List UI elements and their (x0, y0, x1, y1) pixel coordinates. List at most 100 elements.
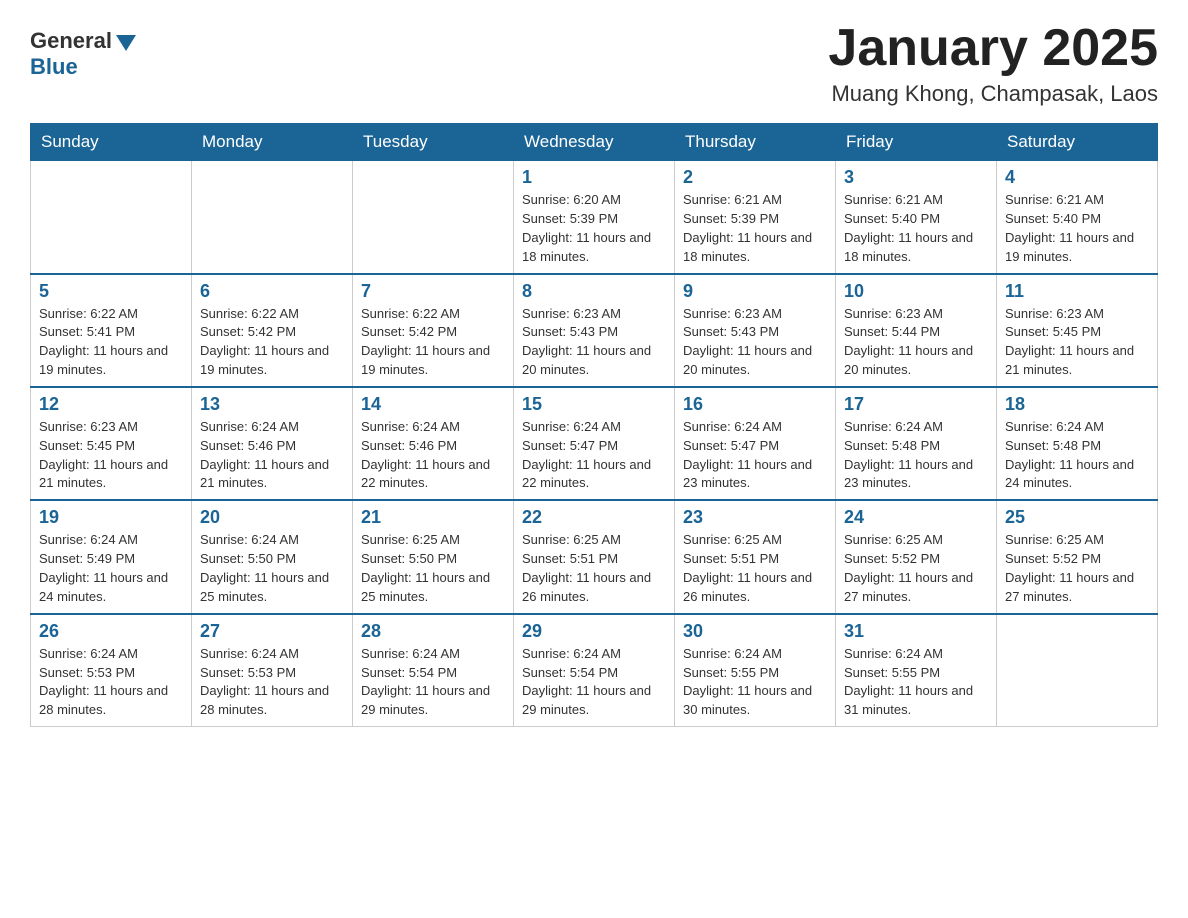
day-info: Sunrise: 6:22 AM Sunset: 5:42 PM Dayligh… (200, 305, 344, 380)
day-info: Sunrise: 6:24 AM Sunset: 5:53 PM Dayligh… (200, 645, 344, 720)
calendar: SundayMondayTuesdayWednesdayThursdayFrid… (30, 123, 1158, 727)
calendar-cell: 25Sunrise: 6:25 AM Sunset: 5:52 PM Dayli… (997, 500, 1158, 613)
calendar-cell (997, 614, 1158, 727)
logo-blue-text: Blue (30, 54, 78, 80)
day-number: 13 (200, 394, 344, 415)
day-info: Sunrise: 6:22 AM Sunset: 5:41 PM Dayligh… (39, 305, 183, 380)
calendar-cell: 3 Sunrise: 6:21 AM Sunset: 5:40 PM Daylig… (836, 161, 997, 274)
header: General Blue January 2025 Muang Khong, C… (30, 20, 1158, 107)
day-number: 3 (844, 167, 988, 188)
logo: General Blue (30, 28, 136, 80)
day-info: Sunrise: 6:24 AM Sunset: 5:49 PM Dayligh… (39, 531, 183, 606)
calendar-cell: 11 Sunrise: 6:23 AM Sunset: 5:45 PM Dayli… (997, 274, 1158, 387)
calendar-header-wednesday: Wednesday (514, 124, 675, 161)
calendar-cell: 13 Sunrise: 6:24 AM Sunset: 5:46 PM Dayli… (192, 387, 353, 500)
calendar-header-tuesday: Tuesday (353, 124, 514, 161)
title-area: January 2025 Muang Khong, Champasak, Lao… (828, 20, 1158, 107)
day-number: 23 (683, 507, 827, 528)
day-info: Sunrise: 6:24 AM Sunset: 5:46 PM Dayligh… (361, 418, 505, 493)
day-info: Sunrise: 6:24 AM Sunset: 5:55 PM Dayligh… (844, 645, 988, 720)
calendar-header-row: SundayMondayTuesdayWednesdayThursdayFrid… (31, 124, 1158, 161)
calendar-cell: 20Sunrise: 6:24 AM Sunset: 5:50 PM Dayli… (192, 500, 353, 613)
day-info: Sunrise: 6:25 AM Sunset: 5:51 PM Dayligh… (683, 531, 827, 606)
day-number: 14 (361, 394, 505, 415)
calendar-cell: 1 Sunrise: 6:20 AM Sunset: 5:39 PM Daylig… (514, 161, 675, 274)
logo-arrow-icon (116, 35, 136, 51)
calendar-cell: 9 Sunrise: 6:23 AM Sunset: 5:43 PM Daylig… (675, 274, 836, 387)
calendar-cell (192, 161, 353, 274)
calendar-cell: 12 Sunrise: 6:23 AM Sunset: 5:45 PM Dayli… (31, 387, 192, 500)
calendar-cell: 4Sunrise: 6:21 AM Sunset: 5:40 PM Daylig… (997, 161, 1158, 274)
calendar-cell: 28 Sunrise: 6:24 AM Sunset: 5:54 PM Dayli… (353, 614, 514, 727)
calendar-cell (31, 161, 192, 274)
day-number: 16 (683, 394, 827, 415)
calendar-cell (353, 161, 514, 274)
day-info: Sunrise: 6:23 AM Sunset: 5:44 PM Dayligh… (844, 305, 988, 380)
calendar-week-row: 5Sunrise: 6:22 AM Sunset: 5:41 PM Daylig… (31, 274, 1158, 387)
day-number: 30 (683, 621, 827, 642)
day-number: 9 (683, 281, 827, 302)
month-title: January 2025 (828, 20, 1158, 77)
calendar-cell: 23 Sunrise: 6:25 AM Sunset: 5:51 PM Dayli… (675, 500, 836, 613)
day-info: Sunrise: 6:23 AM Sunset: 5:45 PM Dayligh… (39, 418, 183, 493)
day-number: 4 (1005, 167, 1149, 188)
day-number: 1 (522, 167, 666, 188)
day-info: Sunrise: 6:25 AM Sunset: 5:52 PM Dayligh… (1005, 531, 1149, 606)
calendar-week-row: 26 Sunrise: 6:24 AM Sunset: 5:53 PM Dayli… (31, 614, 1158, 727)
calendar-cell: 16Sunrise: 6:24 AM Sunset: 5:47 PM Dayli… (675, 387, 836, 500)
logo-general-text: General (30, 28, 112, 54)
day-info: Sunrise: 6:24 AM Sunset: 5:48 PM Dayligh… (1005, 418, 1149, 493)
day-info: Sunrise: 6:20 AM Sunset: 5:39 PM Dayligh… (522, 191, 666, 266)
calendar-week-row: 1 Sunrise: 6:20 AM Sunset: 5:39 PM Daylig… (31, 161, 1158, 274)
day-info: Sunrise: 6:25 AM Sunset: 5:52 PM Dayligh… (844, 531, 988, 606)
day-number: 11 (1005, 281, 1149, 302)
day-info: Sunrise: 6:21 AM Sunset: 5:39 PM Dayligh… (683, 191, 827, 266)
calendar-cell: 14 Sunrise: 6:24 AM Sunset: 5:46 PM Dayli… (353, 387, 514, 500)
day-info: Sunrise: 6:25 AM Sunset: 5:51 PM Dayligh… (522, 531, 666, 606)
day-number: 2 (683, 167, 827, 188)
day-info: Sunrise: 6:24 AM Sunset: 5:55 PM Dayligh… (683, 645, 827, 720)
day-info: Sunrise: 6:24 AM Sunset: 5:54 PM Dayligh… (361, 645, 505, 720)
day-number: 22 (522, 507, 666, 528)
day-number: 17 (844, 394, 988, 415)
day-number: 8 (522, 281, 666, 302)
day-info: Sunrise: 6:21 AM Sunset: 5:40 PM Dayligh… (844, 191, 988, 266)
calendar-cell: 10Sunrise: 6:23 AM Sunset: 5:44 PM Dayli… (836, 274, 997, 387)
day-info: Sunrise: 6:23 AM Sunset: 5:45 PM Dayligh… (1005, 305, 1149, 380)
day-info: Sunrise: 6:24 AM Sunset: 5:53 PM Dayligh… (39, 645, 183, 720)
calendar-cell: 18 Sunrise: 6:24 AM Sunset: 5:48 PM Dayli… (997, 387, 1158, 500)
day-info: Sunrise: 6:22 AM Sunset: 5:42 PM Dayligh… (361, 305, 505, 380)
calendar-cell: 29 Sunrise: 6:24 AM Sunset: 5:54 PM Dayli… (514, 614, 675, 727)
calendar-cell: 17 Sunrise: 6:24 AM Sunset: 5:48 PM Dayli… (836, 387, 997, 500)
calendar-cell: 6Sunrise: 6:22 AM Sunset: 5:42 PM Daylig… (192, 274, 353, 387)
day-number: 18 (1005, 394, 1149, 415)
calendar-cell: 8Sunrise: 6:23 AM Sunset: 5:43 PM Daylig… (514, 274, 675, 387)
day-info: Sunrise: 6:23 AM Sunset: 5:43 PM Dayligh… (683, 305, 827, 380)
day-number: 15 (522, 394, 666, 415)
location-title: Muang Khong, Champasak, Laos (828, 81, 1158, 107)
calendar-header-sunday: Sunday (31, 124, 192, 161)
calendar-cell: 31 Sunrise: 6:24 AM Sunset: 5:55 PM Dayli… (836, 614, 997, 727)
calendar-cell: 21Sunrise: 6:25 AM Sunset: 5:50 PM Dayli… (353, 500, 514, 613)
day-number: 31 (844, 621, 988, 642)
calendar-week-row: 12 Sunrise: 6:23 AM Sunset: 5:45 PM Dayli… (31, 387, 1158, 500)
calendar-cell: 22 Sunrise: 6:25 AM Sunset: 5:51 PM Dayli… (514, 500, 675, 613)
calendar-header-monday: Monday (192, 124, 353, 161)
calendar-cell: 30 Sunrise: 6:24 AM Sunset: 5:55 PM Dayli… (675, 614, 836, 727)
calendar-week-row: 19 Sunrise: 6:24 AM Sunset: 5:49 PM Dayli… (31, 500, 1158, 613)
day-info: Sunrise: 6:24 AM Sunset: 5:46 PM Dayligh… (200, 418, 344, 493)
day-info: Sunrise: 6:24 AM Sunset: 5:47 PM Dayligh… (522, 418, 666, 493)
day-info: Sunrise: 6:24 AM Sunset: 5:48 PM Dayligh… (844, 418, 988, 493)
calendar-cell: 2 Sunrise: 6:21 AM Sunset: 5:39 PM Daylig… (675, 161, 836, 274)
day-number: 29 (522, 621, 666, 642)
day-number: 19 (39, 507, 183, 528)
day-number: 26 (39, 621, 183, 642)
calendar-cell: 27Sunrise: 6:24 AM Sunset: 5:53 PM Dayli… (192, 614, 353, 727)
calendar-header-friday: Friday (836, 124, 997, 161)
day-number: 28 (361, 621, 505, 642)
day-info: Sunrise: 6:24 AM Sunset: 5:54 PM Dayligh… (522, 645, 666, 720)
calendar-header-saturday: Saturday (997, 124, 1158, 161)
calendar-cell: 26 Sunrise: 6:24 AM Sunset: 5:53 PM Dayli… (31, 614, 192, 727)
day-info: Sunrise: 6:25 AM Sunset: 5:50 PM Dayligh… (361, 531, 505, 606)
day-number: 12 (39, 394, 183, 415)
